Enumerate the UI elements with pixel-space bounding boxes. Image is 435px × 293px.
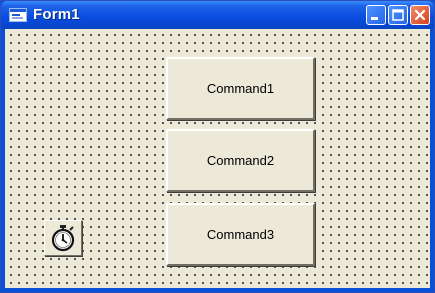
maximize-button[interactable] bbox=[388, 5, 408, 25]
window-title: Form1 bbox=[33, 6, 80, 23]
form-window: Form1 Command1 Command2 Command3 bbox=[0, 0, 435, 293]
stopwatch-icon bbox=[51, 225, 75, 252]
close-icon bbox=[414, 9, 426, 21]
command2-button[interactable]: Command2 bbox=[166, 129, 315, 192]
form-icon bbox=[9, 8, 27, 22]
minimize-icon bbox=[371, 17, 378, 20]
maximize-icon bbox=[392, 9, 404, 21]
title-bar[interactable]: Form1 bbox=[1, 1, 434, 29]
close-button[interactable] bbox=[410, 5, 430, 25]
command1-button[interactable]: Command1 bbox=[166, 57, 315, 120]
form-design-surface[interactable]: Command1 Command2 Command3 bbox=[5, 29, 430, 288]
minimize-button[interactable] bbox=[366, 5, 386, 25]
command3-button[interactable]: Command3 bbox=[166, 203, 315, 266]
timer-control[interactable] bbox=[44, 220, 82, 256]
